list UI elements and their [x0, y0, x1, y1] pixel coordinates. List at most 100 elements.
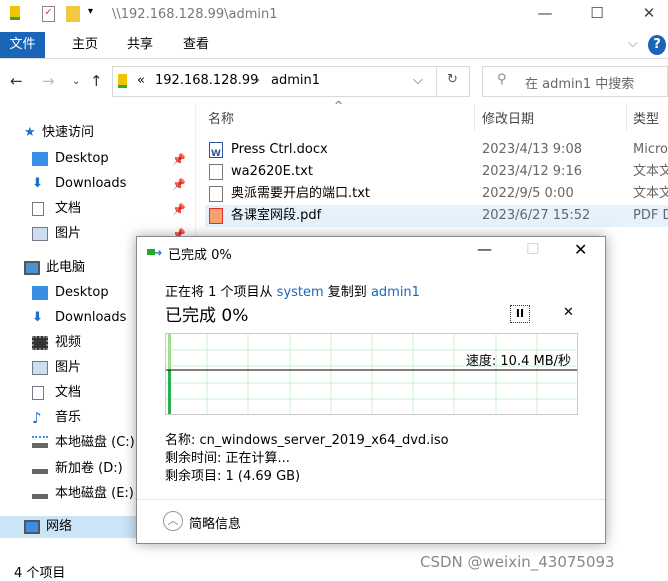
help-icon[interactable]: ? [648, 35, 666, 55]
sidebar-label: 图片 [55, 226, 82, 241]
pin-icon: 📌 [172, 153, 186, 166]
sidebar-label: Desktop [55, 285, 109, 300]
sidebar-label: 此电脑 [46, 260, 86, 275]
file-type: PDF D [633, 208, 668, 223]
network-folder-icon [118, 74, 127, 88]
sidebar-label: 文档 [55, 385, 82, 400]
documents-icon [32, 202, 44, 216]
file-type: Micro [633, 142, 668, 157]
dialog-maximize-button[interactable]: ☐ [526, 240, 539, 258]
fewer-details-button[interactable]: 简略信息 [189, 513, 241, 532]
music-icon: ♪ [32, 409, 42, 427]
file-date: 2023/4/12 9:16 [482, 164, 582, 179]
download-icon: ⬇ [32, 310, 43, 325]
sidebar-label: Downloads [55, 310, 127, 325]
speed-graph: 速度: 10.4 MB/秒 [165, 333, 578, 415]
pdf-icon [209, 208, 223, 224]
text: 正在将 1 个项目从 [165, 285, 277, 300]
progress-label: 已完成 0% [165, 306, 249, 326]
close-button[interactable]: ✕ [634, 4, 664, 26]
sidebar-label: 网络 [46, 519, 73, 534]
file-row[interactable]: wa2620E.txt 2023/4/12 9:16 文本文 [205, 161, 668, 183]
sidebar-item-downloads[interactable]: ⬇ Downloads 📌 [0, 173, 195, 195]
tab-share[interactable]: 共享 [115, 32, 165, 58]
refresh-button[interactable]: ↻ [447, 72, 458, 87]
ribbon: 文件 主页 共享 查看 ⌵ ? [0, 32, 668, 59]
column-type[interactable]: 类型 [633, 108, 659, 130]
breadcrumb-separator[interactable]: › [255, 73, 260, 88]
system-drive-icon [32, 436, 48, 448]
file-type: 文本文 [633, 164, 668, 179]
dialog-minimize-button[interactable]: — [477, 240, 492, 258]
cancel-copy-button[interactable]: ✕ [563, 305, 574, 320]
breadcrumb-folder[interactable]: admin1 [271, 73, 320, 88]
expand-ribbon-button[interactable]: ⌵ [628, 36, 638, 51]
title-bar: ✓ ▾ \\192.168.128.99\admin1 — ☐ ✕ [0, 0, 668, 31]
drive-icon [32, 462, 48, 474]
sidebar-item-documents[interactable]: 文档 📌 [0, 198, 195, 220]
word-icon: W [209, 142, 223, 159]
star-icon: ★ [24, 125, 36, 140]
desktop-icon [32, 152, 48, 166]
file-row-selected[interactable]: 各课室网段.pdf 2023/6/27 15:52 PDF D [205, 205, 668, 227]
address-dropdown-button[interactable]: ⌵ [413, 73, 423, 88]
search-icon: ⚲ [497, 72, 507, 87]
sidebar-item-desktop[interactable]: Desktop 📌 [0, 148, 195, 170]
text: 复制到 [323, 285, 371, 300]
file-row[interactable]: 奥派需要开启的端口.txt 2022/9/5 0:00 文本文 [205, 183, 668, 205]
download-icon: ⬇ [32, 176, 43, 191]
desktop-icon [32, 286, 48, 300]
file-name: Press Ctrl.docx [231, 142, 328, 157]
window-title: \\192.168.128.99\admin1 [112, 7, 278, 22]
dialog-title: 已完成 0% [168, 248, 232, 263]
pictures-icon [32, 361, 48, 375]
destination-link[interactable]: admin1 [371, 285, 420, 300]
documents-icon [32, 386, 44, 400]
up-button[interactable]: ↑ [90, 72, 103, 90]
pause-button[interactable]: II [510, 305, 530, 323]
maximize-button[interactable]: ☐ [582, 4, 612, 26]
text-file-icon [209, 186, 223, 202]
graph-progress-bar [168, 370, 171, 414]
sidebar-label: 音乐 [55, 410, 82, 425]
sidebar-label: 图片 [55, 360, 82, 375]
properties-icon[interactable]: ✓ [42, 6, 55, 22]
dialog-close-button[interactable]: ✕ [574, 240, 587, 259]
back-button[interactable]: ← [10, 72, 23, 90]
sidebar-label: 本地磁盘 (C:) [55, 435, 135, 450]
minimize-button[interactable]: — [530, 4, 560, 26]
file-date: 2023/4/13 9:08 [482, 142, 582, 157]
column-name[interactable]: 名称 [208, 108, 234, 130]
sidebar-label: 视频 [55, 335, 82, 350]
file-type: 文本文 [633, 186, 668, 201]
file-date: 2022/9/5 0:00 [482, 186, 574, 201]
breadcrumb-host[interactable]: 192.168.128.99 [155, 73, 258, 88]
breadcrumb-overflow[interactable]: « [137, 73, 145, 88]
sidebar-label: 文档 [55, 201, 82, 216]
chevron-up-icon[interactable]: ︿ [163, 511, 183, 531]
computer-icon [24, 261, 40, 275]
videos-icon [32, 336, 48, 350]
recent-locations-button[interactable]: ⌄ [72, 76, 80, 87]
column-date[interactable]: 修改日期 [482, 108, 534, 130]
new-folder-icon[interactable] [66, 6, 80, 22]
source-link[interactable]: system [277, 285, 324, 300]
search-input[interactable]: ⚲ 在 admin1 中搜索 [482, 66, 668, 97]
file-name: wa2620E.txt [231, 164, 313, 179]
file-name: 各课室网段.pdf [231, 208, 322, 223]
tab-home[interactable]: 主页 [60, 32, 110, 58]
tab-file[interactable]: 文件 [0, 32, 45, 58]
file-name: 奥派需要开启的端口.txt [231, 186, 371, 201]
graph-history-bar [168, 334, 171, 370]
forward-button[interactable]: → [42, 72, 55, 90]
network-icon [24, 520, 40, 534]
watermark: CSDN @weixin_43075093 [420, 553, 615, 571]
pin-icon: 📌 [172, 203, 186, 216]
items-remaining: 剩余项目: 1 (4.69 GB) [165, 469, 301, 484]
tab-view[interactable]: 查看 [171, 32, 221, 58]
file-row[interactable]: W Press Ctrl.docx 2023/4/13 9:08 Micro [205, 139, 668, 161]
sidebar-quick-access[interactable]: ★ 快速访问 [0, 122, 195, 144]
speed-label: 速度: 10.4 MB/秒 [465, 354, 571, 369]
customize-toolbar-icon[interactable]: ▾ [88, 6, 93, 17]
address-bar[interactable]: « 192.168.128.99 › admin1 ⌵ ↻ [112, 66, 470, 97]
